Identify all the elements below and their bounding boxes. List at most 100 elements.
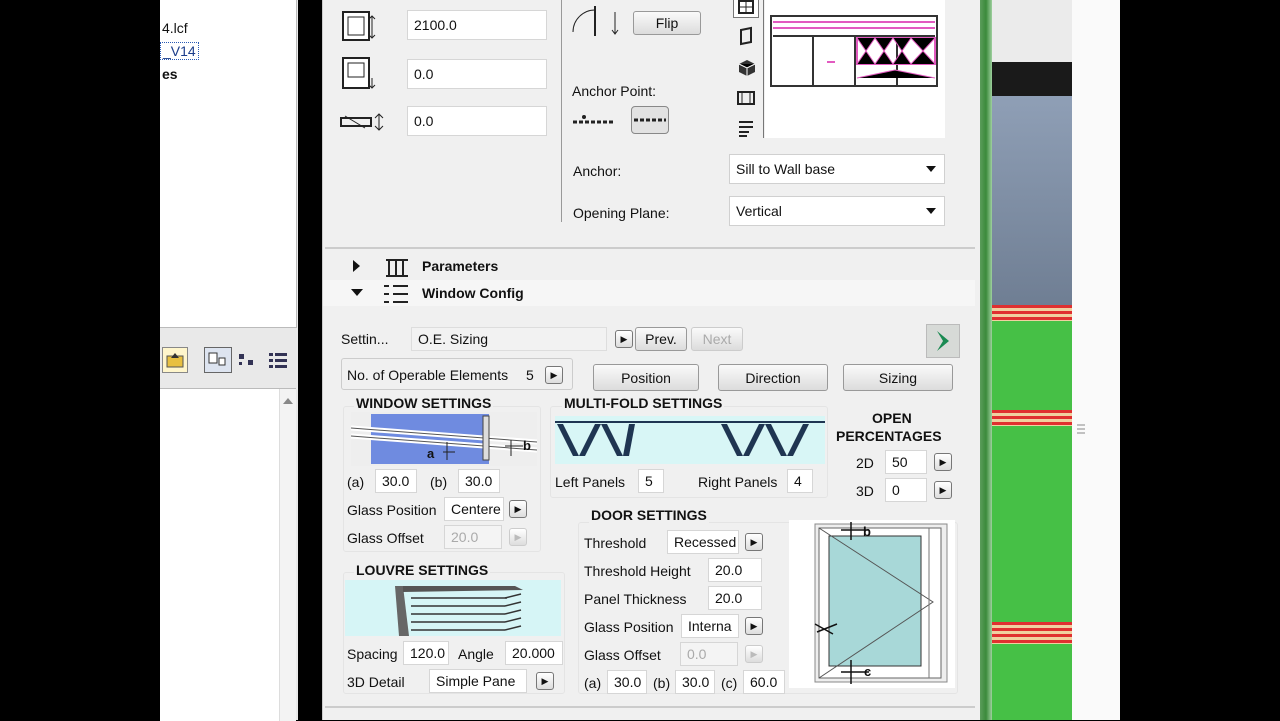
door-diagram-label-b: b	[863, 524, 871, 539]
right-panels-input[interactable]: 4	[787, 469, 813, 493]
door-threshold-height-input[interactable]: 20.0	[708, 558, 762, 582]
parameters-icon	[383, 256, 411, 278]
door-threshold-button[interactable]: ▶	[745, 533, 763, 551]
divider	[561, 0, 562, 222]
door-c-input[interactable]: 60.0	[743, 670, 785, 694]
scroll-up-icon[interactable]	[283, 398, 293, 404]
settings-dialog: 2100.0 0.0 0.0 Flip Anchor Point: Anchor…	[322, 0, 981, 720]
expand-down-icon[interactable]	[351, 289, 363, 296]
file-item-selected[interactable]: _V14	[160, 42, 199, 60]
forward-arrow-icon[interactable]	[926, 324, 960, 358]
settings-field[interactable]: O.E. Sizing	[411, 327, 607, 351]
section-separator	[325, 247, 975, 249]
louvre-settings-title: LOUVRE SETTINGS	[354, 562, 491, 578]
multifold-diagram	[555, 416, 825, 464]
open-2d-button[interactable]: ▶	[934, 453, 952, 471]
chevron-down-icon	[926, 166, 936, 172]
flip-button[interactable]: Flip	[633, 11, 701, 35]
window-glass-position-button[interactable]: ▶	[509, 500, 527, 518]
list-settings-icon[interactable]	[735, 118, 757, 138]
open-2d-input[interactable]: 50	[885, 450, 927, 474]
next-button[interactable]: Next	[691, 327, 743, 351]
scrollbar[interactable]	[279, 389, 296, 721]
open-2d-label: 2D	[856, 455, 874, 471]
window-glass-position-select[interactable]: Centere	[444, 497, 504, 521]
window-glass-position-label: Glass Position	[347, 502, 437, 518]
door-threshold-select[interactable]: Recessed	[667, 530, 739, 554]
scene-lintel	[992, 62, 1072, 96]
anchor-point-left-icon[interactable]	[570, 112, 618, 132]
diagram-label-a: a	[427, 446, 435, 461]
window-glass-offset-button[interactable]: ▶	[509, 528, 527, 546]
height-input[interactable]: 2100.0	[407, 10, 547, 40]
offset-input[interactable]: 0.0	[407, 106, 547, 136]
section-window-config-title: Window Config	[422, 285, 524, 301]
view-small-icon[interactable]	[236, 350, 258, 370]
file-item[interactable]: 4.lcf	[162, 20, 188, 36]
sill-input[interactable]: 0.0	[407, 59, 547, 89]
resize-grip-icon[interactable]	[1076, 422, 1086, 436]
view-list-icon[interactable]	[266, 350, 292, 370]
section-parameters-title: Parameters	[422, 258, 499, 274]
open-3d-input[interactable]: 0	[885, 478, 927, 502]
louvre-3d-detail-label: 3D Detail	[347, 674, 405, 690]
door-b-input[interactable]: 30.0	[675, 670, 715, 694]
door-glass-position-select[interactable]: Interna	[681, 614, 739, 638]
anchor-point-center-icon[interactable]	[631, 106, 669, 134]
floor-plan-view-icon[interactable]	[733, 0, 759, 18]
door-threshold-height-label: Threshold Height	[584, 563, 691, 579]
open-3d-button[interactable]: ▶	[934, 481, 952, 499]
scene-stripe	[992, 305, 1072, 321]
door-glass-offset-input[interactable]: 0.0	[680, 642, 738, 666]
operable-elements-play-button[interactable]: ▶	[545, 366, 563, 384]
louvre-spacing-input[interactable]: 120.0	[403, 641, 449, 665]
window-preview	[765, 0, 945, 138]
window-settings-diagram: a b	[350, 412, 538, 466]
elevation-view-icon[interactable]	[735, 88, 757, 108]
3d-view-icon[interactable]	[737, 58, 757, 78]
louvre-3d-detail-select[interactable]: Simple Pane	[429, 669, 527, 693]
prev-button[interactable]: Prev.	[635, 327, 687, 351]
multifold-settings-title: MULTI-FOLD SETTINGS	[562, 395, 725, 411]
section-window-config-header[interactable]: Window Config	[323, 280, 975, 306]
anchor-select[interactable]: Sill to Wall base	[729, 154, 945, 184]
expand-right-icon[interactable]	[353, 260, 360, 272]
opening-plane-label: Opening Plane:	[573, 205, 670, 221]
window-a-input[interactable]: 30.0	[375, 469, 417, 493]
section-parameters-header[interactable]: Parameters	[323, 254, 975, 278]
file-item[interactable]: es	[162, 66, 178, 82]
louvre-angle-input[interactable]: 20.000	[505, 641, 563, 665]
3d-viewport	[980, 0, 1120, 720]
door-swing-icon	[569, 2, 623, 38]
louvre-3d-detail-button[interactable]: ▶	[536, 672, 554, 690]
door-c-label: (c)	[721, 675, 738, 691]
door-glass-offset-button[interactable]: ▶	[745, 645, 763, 663]
window-glass-offset-input[interactable]: 20.0	[444, 525, 502, 549]
opening-plane-select[interactable]: Vertical	[729, 196, 945, 226]
settings-play-button[interactable]: ▶	[615, 330, 633, 348]
direction-button[interactable]: Direction	[718, 364, 828, 391]
section-view-icon[interactable]	[737, 26, 757, 46]
door-panel-thickness-input[interactable]: 20.0	[708, 586, 762, 610]
position-button[interactable]: Position	[593, 364, 699, 391]
door-glass-position-button[interactable]: ▶	[745, 617, 763, 635]
view-thumbnails-icon[interactable]	[204, 347, 232, 373]
height-icon	[341, 8, 377, 44]
diagram-label-b: b	[523, 438, 531, 453]
door-a-label: (a)	[584, 675, 602, 691]
sizing-button[interactable]: Sizing	[843, 364, 953, 391]
window-a-label: (a)	[347, 474, 365, 490]
section-separator	[325, 706, 975, 708]
folder-up-icon[interactable]	[162, 347, 188, 373]
door-settings-title: DOOR SETTINGS	[589, 507, 709, 523]
left-panels-input[interactable]: 5	[638, 469, 664, 493]
viewport-border	[980, 0, 992, 720]
door-a-input[interactable]: 30.0	[607, 670, 647, 694]
operable-elements-value[interactable]: 5	[526, 367, 534, 383]
door-panel-thickness-label: Panel Thickness	[584, 591, 687, 607]
window-b-input[interactable]: 30.0	[458, 469, 500, 493]
door-diagram: b c	[789, 520, 955, 688]
window-config-icon	[381, 282, 411, 310]
left-panel: 4.lcf _V14 es	[160, 0, 298, 721]
open-percentages-title-2: PERCENTAGES	[836, 428, 942, 444]
